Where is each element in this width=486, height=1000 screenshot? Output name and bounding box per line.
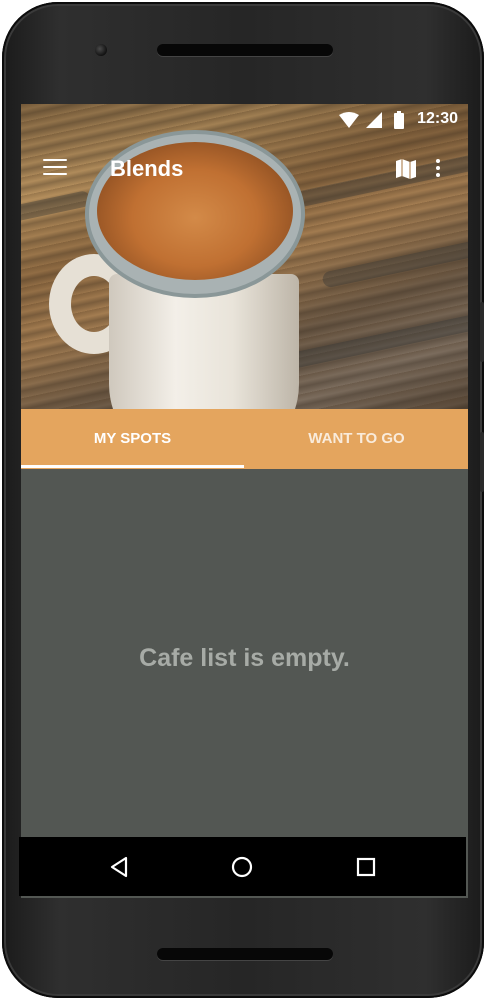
front-camera	[95, 44, 107, 56]
battery-icon	[394, 111, 404, 134]
screen: 12:30 Blends MY SPOTS WANT TO GO Cafe li…	[21, 104, 468, 898]
tab-selected-indicator	[21, 465, 244, 468]
volume-button	[480, 302, 484, 362]
status-bar: 12:30	[21, 104, 468, 134]
tab-want-to-go[interactable]: WANT TO GO	[245, 409, 468, 469]
back-icon[interactable]	[106, 853, 134, 881]
power-button	[480, 432, 484, 492]
recents-icon[interactable]	[352, 853, 380, 881]
wood-grain	[21, 189, 92, 225]
tab-my-spots[interactable]: MY SPOTS	[21, 409, 244, 469]
empty-state-message: Cafe list is empty.	[139, 644, 350, 672]
status-time: 12:30	[417, 110, 458, 127]
menu-icon[interactable]	[43, 159, 67, 179]
top-speaker	[157, 44, 333, 56]
more-vert-icon[interactable]	[433, 157, 443, 181]
status-icons	[339, 111, 404, 134]
bottom-speaker	[157, 948, 333, 960]
map-icon[interactable]	[395, 158, 417, 180]
wood-grain	[281, 313, 468, 371]
wifi-icon	[339, 112, 360, 133]
navigation-bar	[19, 837, 466, 896]
tab-bar: MY SPOTS WANT TO GO	[21, 409, 468, 469]
app-title: Blends	[110, 156, 184, 181]
wood-grain	[321, 235, 468, 289]
app-bar: Blends	[21, 144, 468, 194]
home-icon[interactable]	[228, 853, 256, 881]
signal-icon	[365, 112, 382, 133]
